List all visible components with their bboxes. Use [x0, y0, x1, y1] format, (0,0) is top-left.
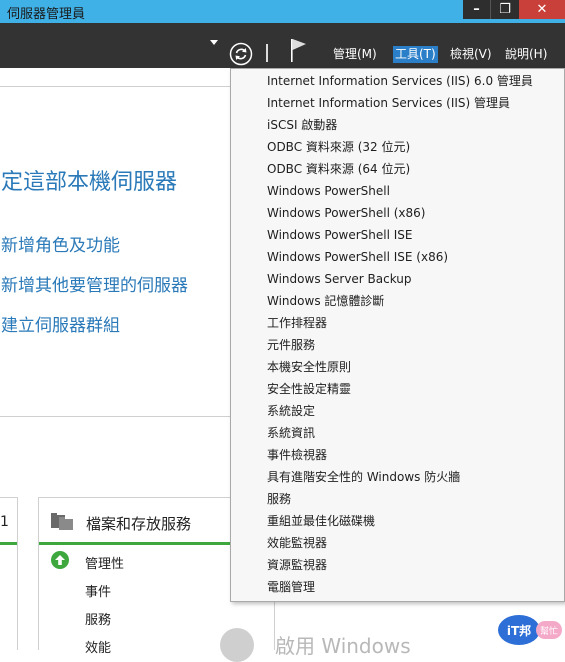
tools-menu-item[interactable]: Windows PowerShell ISE	[267, 224, 413, 246]
title-bar: 伺服器管理員 – ❐ ✕	[0, 0, 565, 23]
tools-menu-item[interactable]: ODBC 資料來源 (64 位元)	[267, 158, 410, 180]
close-icon: ✕	[536, 2, 548, 17]
refresh-icon[interactable]	[229, 42, 253, 66]
tools-menu-item[interactable]: 重組並最佳化磁碟機	[267, 510, 375, 532]
watermark-sub: 幫忙	[536, 621, 562, 639]
tools-menu-item[interactable]: 安全性設定精靈	[267, 378, 351, 400]
tools-menu-item[interactable]: 本機安全性原則	[267, 356, 351, 378]
tools-menu-item[interactable]: Internet Information Services (IIS) 管理員	[267, 92, 510, 114]
add-servers-link[interactable]: 新增其他要管理的伺服器	[1, 271, 188, 296]
watermark-logo: iT邦	[498, 615, 540, 645]
tools-menu-item[interactable]: 電腦管理	[267, 576, 315, 598]
tools-menu-item[interactable]: Windows Server Backup	[267, 268, 412, 290]
divider	[0, 416, 230, 417]
toolbar: 管理(M) 工具(T) 檢視(V) 說明(H)	[0, 23, 565, 68]
minimize-icon: –	[473, 2, 480, 17]
tile-title: 檔案和存放服務	[86, 515, 192, 533]
tools-menu-item[interactable]: 資源監視器	[267, 554, 327, 576]
tools-menu-item[interactable]: 服務	[267, 488, 291, 510]
create-server-group-link[interactable]: 建立伺服器群組	[1, 311, 120, 336]
tile-count: 1	[0, 514, 9, 530]
roles-count-tile[interactable]: 1	[0, 497, 18, 650]
tile-row-events[interactable]: 事件	[85, 581, 111, 600]
menu-help[interactable]: 說明(H)	[503, 46, 549, 63]
activation-icon	[220, 628, 254, 662]
menu-manage[interactable]: 管理(M)	[331, 46, 379, 63]
menu-view[interactable]: 檢視(V)	[448, 46, 494, 63]
tools-menu-item[interactable]: 事件檢視器	[267, 444, 327, 466]
tools-menu-item[interactable]: 效能監視器	[267, 532, 327, 554]
menu-tools[interactable]: 工具(T)	[393, 46, 438, 63]
divider	[0, 86, 230, 87]
site-watermark: iT邦 幫忙	[498, 607, 563, 647]
tile-row-services[interactable]: 服務	[85, 609, 111, 628]
tile-row-manageability[interactable]: 管理性	[85, 553, 124, 572]
tools-menu-item[interactable]: Windows PowerShell	[267, 180, 390, 202]
tools-menu-item[interactable]: Windows PowerShell ISE (x86)	[267, 246, 448, 268]
add-roles-link[interactable]: 新增角色及功能	[1, 231, 120, 256]
tools-menu-item[interactable]: Windows PowerShell (x86)	[267, 202, 425, 224]
navigation-dropdown-icon[interactable]	[210, 40, 218, 45]
maximize-icon: ❐	[499, 2, 511, 17]
tools-menu-item[interactable]: 具有進階安全性的 Windows 防火牆	[267, 466, 460, 488]
tile-row-performance[interactable]: 效能	[85, 637, 111, 656]
tools-menu-item[interactable]: Windows 記憶體診斷	[267, 290, 384, 312]
file-services-icon	[51, 513, 73, 530]
maximize-button[interactable]: ❐	[490, 0, 519, 19]
tools-menu-item[interactable]: 系統資訊	[267, 422, 315, 444]
ok-arrow-icon	[51, 551, 69, 569]
status-bar	[0, 542, 17, 545]
minimize-button[interactable]: –	[463, 0, 490, 19]
window-title: 伺服器管理員	[7, 7, 86, 22]
toolbar-separator	[266, 44, 268, 62]
notifications-flag-icon[interactable]	[288, 37, 308, 63]
tools-menu-item[interactable]: Internet Information Services (IIS) 6.0 …	[267, 70, 533, 92]
tools-menu: Internet Information Services (IIS) 6.0 …	[230, 68, 565, 602]
tools-menu-item[interactable]: iSCSI 啟動器	[267, 114, 337, 136]
welcome-title: 定這部本機伺服器	[1, 170, 178, 195]
close-button[interactable]: ✕	[519, 0, 565, 19]
activation-watermark: 啟用 Windows	[275, 634, 411, 658]
tools-menu-item[interactable]: 工作排程器	[267, 312, 327, 334]
tools-menu-item[interactable]: ODBC 資料來源 (32 位元)	[267, 136, 410, 158]
tools-menu-item[interactable]: 系統設定	[267, 400, 315, 422]
tools-menu-item[interactable]: 元件服務	[267, 334, 315, 356]
